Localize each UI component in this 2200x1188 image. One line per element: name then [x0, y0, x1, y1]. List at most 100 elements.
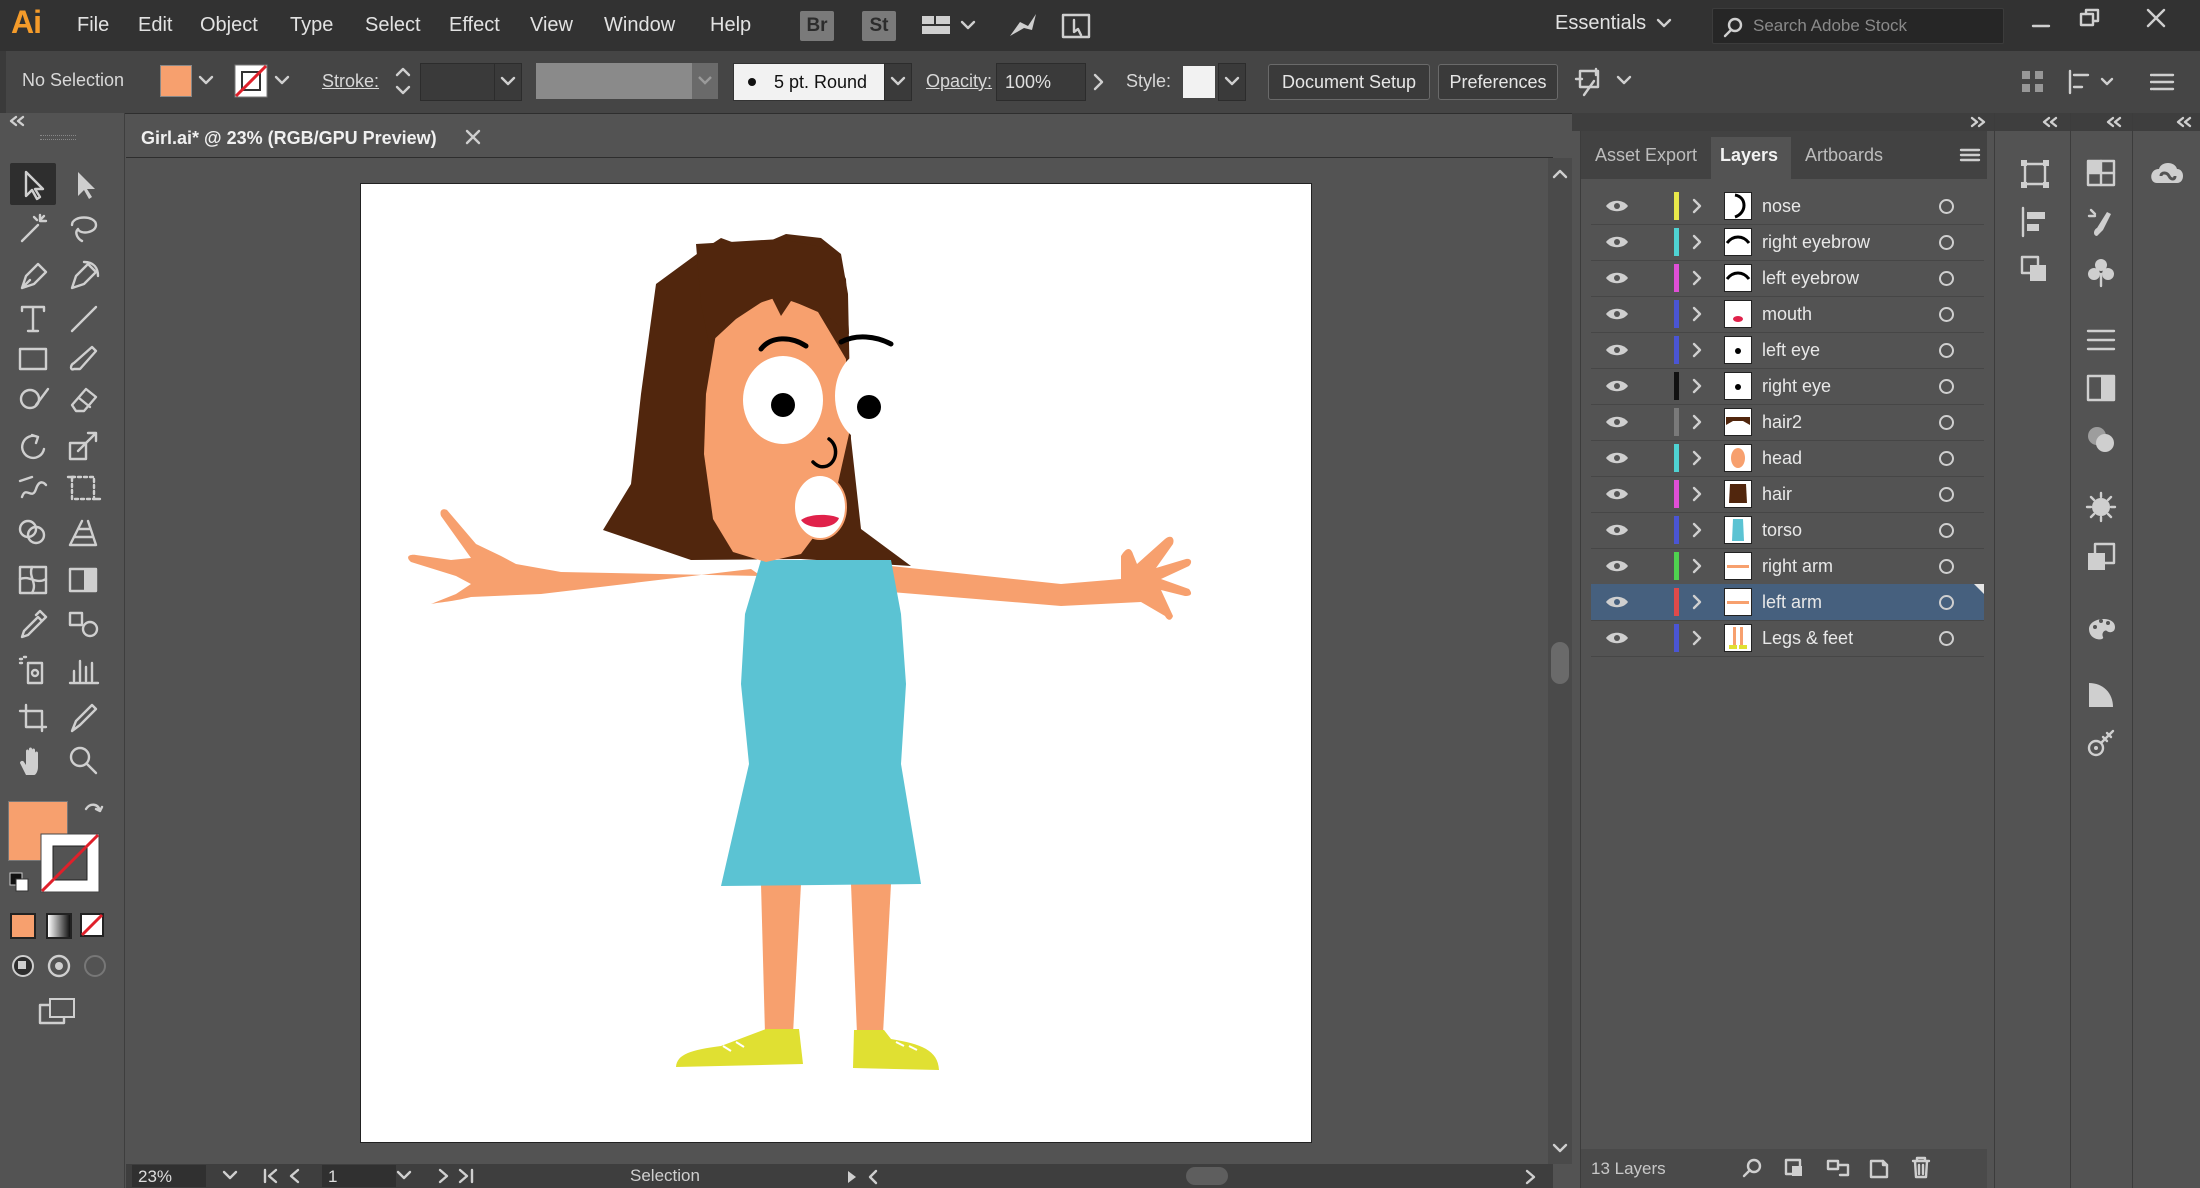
layer-target-circle[interactable]	[1939, 595, 1954, 610]
expand-chevron-icon[interactable]	[1691, 450, 1703, 466]
default-fill-stroke-icon[interactable]	[8, 871, 30, 893]
layer-target-circle[interactable]	[1939, 379, 1954, 394]
tab-asset-export[interactable]: Asset Export	[1595, 145, 1697, 166]
layer-target-circle[interactable]	[1939, 415, 1954, 430]
zoom-field[interactable]: 23%	[132, 1165, 206, 1187]
warp-tool-icon[interactable]	[16, 471, 52, 507]
layer-row-left-eyebrow[interactable]: left eyebrow	[1591, 260, 1984, 297]
expand-chevron-icon[interactable]	[1691, 414, 1703, 430]
menu-help[interactable]: Help	[710, 14, 751, 37]
fill-dropdown-icon[interactable]	[198, 75, 214, 87]
workspace-chevron-down-icon[interactable]	[1656, 18, 1672, 30]
zoom-tool-icon[interactable]	[66, 743, 102, 779]
swatches-panel-icon[interactable]	[2085, 158, 2117, 188]
selection-tool-icon[interactable]	[18, 168, 50, 202]
layer-row-nose[interactable]: nose	[1591, 188, 1984, 225]
visibility-eye-icon[interactable]	[1605, 271, 1629, 285]
artboard-next-last-icons[interactable]	[426, 1168, 486, 1184]
stroke-label[interactable]: Stroke:	[322, 71, 379, 92]
restore-icon[interactable]	[2078, 6, 2102, 30]
menu-window[interactable]: Window	[604, 14, 675, 37]
free-transform-tool-icon[interactable]	[66, 471, 102, 507]
expand-chevron-icon[interactable]	[1691, 594, 1703, 610]
magic-wand-tool-icon[interactable]	[16, 211, 52, 247]
workspace-switcher[interactable]: Essentials	[1555, 12, 1646, 35]
layer-target-circle[interactable]	[1939, 343, 1954, 358]
control-panel-menu-icon[interactable]	[2150, 71, 2176, 93]
symbol-sprayer-tool-icon[interactable]	[16, 653, 52, 689]
gradient-tool-icon[interactable]	[66, 563, 102, 599]
document-setup-button[interactable]: Document Setup	[1268, 64, 1430, 100]
girl-illustration[interactable]	[361, 184, 1311, 1142]
gradient-panel-icon[interactable]	[2085, 373, 2117, 403]
artboard-first-prev-icons[interactable]	[262, 1168, 322, 1184]
expand-chevron-icon[interactable]	[1691, 378, 1703, 394]
layer-target-circle[interactable]	[1939, 199, 1954, 214]
visibility-eye-icon[interactable]	[1605, 523, 1629, 537]
stroke-color-box[interactable]	[40, 833, 102, 895]
align-panel-icon[interactable]	[2019, 206, 2051, 238]
brush-dropdown[interactable]	[884, 63, 912, 101]
slice-tool-icon[interactable]	[66, 701, 102, 737]
locate-object-icon[interactable]	[1741, 1157, 1765, 1179]
layer-row-right-eye[interactable]: right eye	[1591, 368, 1984, 405]
creative-cloud-libraries-icon[interactable]	[2147, 157, 2187, 191]
stock-button[interactable]: St	[862, 11, 896, 41]
menu-file[interactable]: File	[77, 14, 109, 37]
layer-row-hair[interactable]: hair	[1591, 476, 1984, 513]
expand-chevron-icon[interactable]	[1691, 630, 1703, 646]
hand-tool-icon[interactable]	[16, 743, 52, 781]
layer-row-left-eye[interactable]: left eye	[1591, 332, 1984, 369]
isolate-selected-icon[interactable]	[1574, 65, 1638, 99]
perspective-grid-tool-icon[interactable]	[66, 515, 102, 551]
expand-dock-icon[interactable]	[2175, 116, 2195, 128]
close-window-icon[interactable]	[2144, 6, 2168, 30]
visibility-eye-icon[interactable]	[1605, 595, 1629, 609]
preferences-button[interactable]: Preferences	[1438, 64, 1558, 100]
align-options-icon[interactable]	[2066, 67, 2118, 97]
layer-row-right-arm[interactable]: right arm	[1591, 548, 1984, 585]
gradient-mode-button[interactable]	[46, 913, 72, 939]
graphic-style-swatch[interactable]	[1182, 65, 1216, 99]
delete-layer-icon[interactable]	[1909, 1155, 1933, 1179]
swap-fill-stroke-icon[interactable]	[82, 801, 104, 823]
artboard[interactable]	[360, 183, 1312, 1143]
tab-layers-active[interactable]: Layers	[1711, 137, 1791, 179]
transparency-panel-icon[interactable]	[2085, 423, 2117, 455]
document-tab[interactable]: Girl.ai* @ 23% (RGB/GPU Preview)	[130, 118, 500, 158]
appearance-panel-icon[interactable]	[2085, 491, 2117, 523]
vertical-scroll-thumb[interactable]	[1551, 642, 1569, 684]
scale-tool-icon[interactable]	[66, 429, 102, 465]
status-menu-icons[interactable]	[846, 1169, 882, 1185]
layer-target-circle[interactable]	[1939, 487, 1954, 502]
menu-effect[interactable]: Effect	[449, 14, 500, 37]
touch-workspace-icon[interactable]	[1060, 10, 1094, 42]
layer-target-circle[interactable]	[1939, 451, 1954, 466]
menu-view[interactable]: View	[530, 14, 573, 37]
visibility-eye-icon[interactable]	[1605, 343, 1629, 357]
visibility-eye-icon[interactable]	[1605, 559, 1629, 573]
expand-chevron-icon[interactable]	[1691, 270, 1703, 286]
brush-definition-field[interactable]: 5 pt. Round	[733, 63, 885, 101]
scroll-down-icon[interactable]	[1552, 1142, 1568, 1154]
symbols-panel-icon[interactable]	[2085, 256, 2117, 288]
color-mode-button[interactable]	[10, 913, 36, 939]
layer-row-mouth[interactable]: mouth	[1591, 296, 1984, 333]
menu-type[interactable]: Type	[290, 14, 333, 37]
links-panel-icon[interactable]	[2085, 729, 2117, 761]
shape-builder-tool-icon[interactable]	[16, 515, 52, 551]
artboard-number-field[interactable]: 1	[322, 1165, 396, 1187]
close-document-icon[interactable]	[464, 128, 482, 146]
shaper-tool-icon[interactable]	[16, 381, 52, 417]
layer-row-legs-feet[interactable]: Legs & feet	[1591, 620, 1984, 657]
opacity-field[interactable]: 100%	[996, 63, 1086, 101]
color-guide-panel-icon[interactable]	[2085, 611, 2119, 643]
horizontal-scroll-thumb[interactable]	[1186, 1167, 1228, 1185]
visibility-eye-icon[interactable]	[1605, 199, 1629, 213]
menu-edit[interactable]: Edit	[138, 14, 172, 37]
arrange-documents-icon[interactable]	[920, 14, 980, 38]
transform-panel-icon[interactable]	[2019, 158, 2051, 190]
layer-target-circle[interactable]	[1939, 559, 1954, 574]
tab-artboards[interactable]: Artboards	[1805, 145, 1883, 166]
stroke-weight-dropdown[interactable]	[494, 63, 522, 101]
